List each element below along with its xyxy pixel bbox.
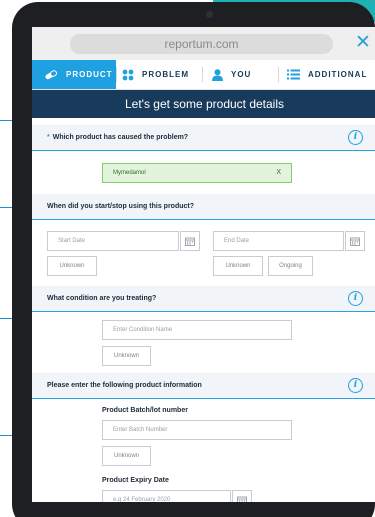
- info-icon[interactable]: i: [348, 291, 363, 306]
- required-marker: *: [47, 134, 50, 141]
- product-question-header: * Which product has caused the problem? i: [32, 125, 375, 151]
- batch-unknown-button[interactable]: Unknown: [102, 446, 151, 466]
- condition-question-header: What condition are you treating? i: [32, 286, 375, 312]
- calendar-icon[interactable]: [345, 231, 365, 251]
- product-info-header: Please enter the following product infor…: [32, 373, 375, 399]
- list-icon: [287, 69, 300, 80]
- browser-bar: reportum.com ✕: [32, 27, 375, 60]
- tab-product[interactable]: PRODUCT: [32, 60, 116, 89]
- info-icon[interactable]: i: [348, 130, 363, 145]
- calendar-icon[interactable]: [180, 231, 200, 251]
- screen: reportum.com ✕ PRODUCT PROBLEM YOU ADDIT…: [32, 27, 375, 502]
- nav-divider: [278, 67, 279, 82]
- start-unknown-button[interactable]: Unknown: [47, 256, 97, 276]
- dates-question: When did you start/stop using this produ…: [47, 203, 194, 210]
- tab-additional-label: ADDITIONAL: [308, 70, 368, 79]
- tab-additional[interactable]: ADDITIONAL: [287, 60, 375, 89]
- tablet-frame: reportum.com ✕ PRODUCT PROBLEM YOU ADDIT…: [12, 2, 375, 517]
- tab-you[interactable]: YOU: [212, 60, 278, 89]
- batch-label: Product Batch/lot number: [102, 407, 188, 414]
- end-unknown-button[interactable]: Unknown: [213, 256, 263, 276]
- tab-you-label: YOU: [231, 70, 252, 79]
- selected-product-chip[interactable]: Mymedamol X: [102, 163, 292, 183]
- url-bar[interactable]: reportum.com: [70, 34, 333, 54]
- ongoing-button[interactable]: Ongoing: [268, 256, 313, 276]
- expiry-label: Product Expiry Date: [102, 477, 169, 484]
- expiry-date-input[interactable]: e.g 24 February 2020: [102, 490, 231, 502]
- start-date-input[interactable]: Start Date: [47, 231, 179, 251]
- end-date-input[interactable]: End Date: [213, 231, 344, 251]
- selected-product-value: Mymedamol: [113, 170, 146, 176]
- person-icon: [212, 68, 223, 81]
- close-icon[interactable]: ✕: [355, 32, 371, 54]
- info-icon[interactable]: i: [348, 378, 363, 393]
- remove-product-button[interactable]: X: [276, 164, 281, 182]
- pill-icon: [45, 69, 58, 79]
- tab-problem-label: PROBLEM: [142, 70, 189, 79]
- condition-question: What condition are you treating?: [47, 295, 157, 302]
- condition-input[interactable]: Enter Condition Name: [102, 320, 292, 340]
- page-title: Let's get some product details: [32, 90, 375, 118]
- condition-unknown-button[interactable]: Unknown: [102, 346, 151, 366]
- product-question: Which product has caused the problem?: [52, 134, 189, 141]
- problem-grid-icon: [122, 69, 134, 80]
- tab-problem[interactable]: PROBLEM: [122, 60, 202, 89]
- calendar-icon[interactable]: [232, 490, 252, 502]
- nav-divider: [202, 67, 203, 82]
- batch-number-input[interactable]: Enter Batch Number: [102, 420, 292, 440]
- camera-icon: [206, 11, 213, 18]
- nav-divider: [116, 67, 117, 82]
- step-nav: PRODUCT PROBLEM YOU ADDITIONAL: [32, 60, 375, 90]
- tab-product-label: PRODUCT: [66, 70, 113, 79]
- dates-question-header: When did you start/stop using this produ…: [32, 194, 375, 220]
- product-info-question: Please enter the following product infor…: [47, 382, 202, 389]
